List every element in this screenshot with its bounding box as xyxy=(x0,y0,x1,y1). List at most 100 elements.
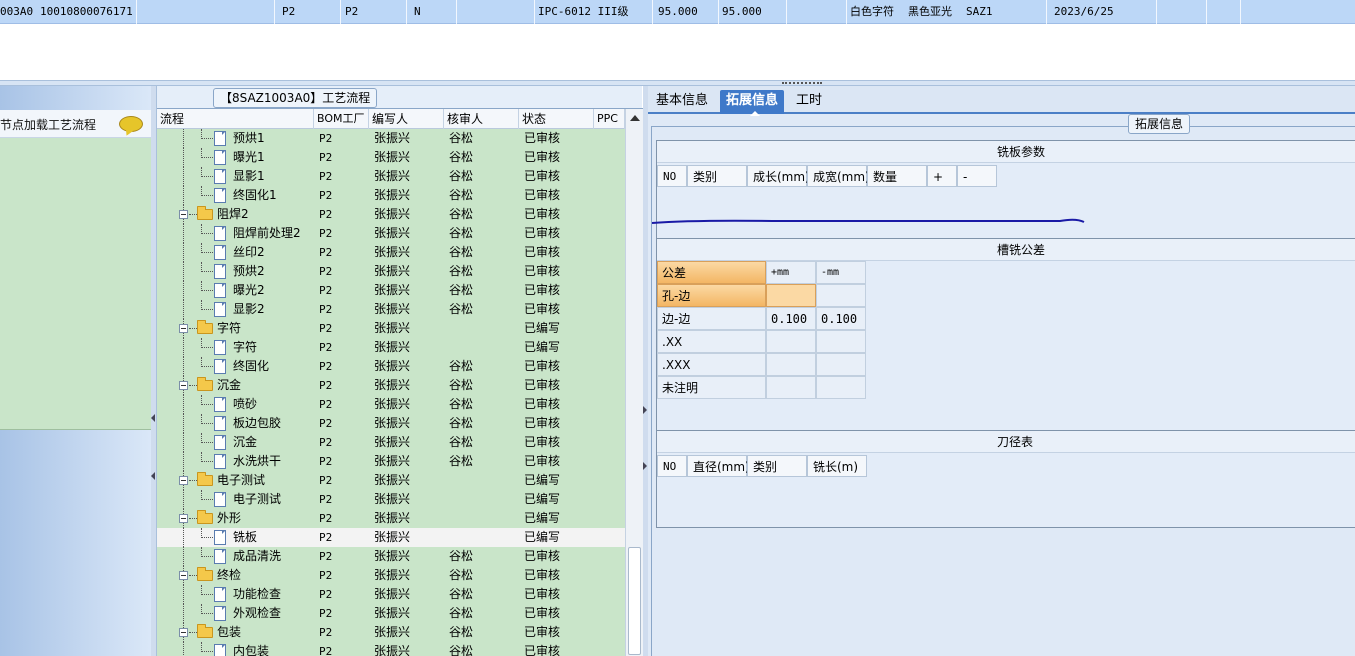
tree-row[interactable]: 沉金 P2 张振兴 谷松 已审核 xyxy=(157,376,625,395)
td-col-no[interactable]: NO xyxy=(657,455,687,477)
scroll-up-icon[interactable] xyxy=(630,115,640,121)
tree-row[interactable]: 曝光2 P2 张振兴 谷松 已审核 xyxy=(157,281,625,300)
collapse-node-icon[interactable] xyxy=(179,476,188,485)
tree-row[interactable]: 终检 P2 张振兴 谷松 已审核 xyxy=(157,566,625,585)
tree-row[interactable]: 阻焊2 P2 张振兴 谷松 已审核 xyxy=(157,205,625,224)
mp-col-plus[interactable]: + xyxy=(927,165,957,187)
tree-guide-line xyxy=(183,224,184,243)
record-cell-factory: P2 xyxy=(282,5,296,18)
td-col-diameter[interactable]: 直径(mm) xyxy=(687,455,750,477)
tree-guide-line xyxy=(183,281,184,300)
tree-row[interactable]: 终固化 P2 张振兴 谷松 已审核 xyxy=(157,357,625,376)
mp-col-type[interactable]: 类别 xyxy=(687,165,747,187)
tree-row[interactable]: 外形 P2 张振兴 已编写 xyxy=(157,509,625,528)
collapse-node-icon[interactable] xyxy=(179,514,188,523)
tree-row[interactable]: 包装 P2 张振兴 谷松 已审核 xyxy=(157,623,625,642)
td-col-milling-length[interactable]: 铣长(m) xyxy=(807,455,867,477)
tree-row[interactable]: 电子测试 P2 张振兴 已编写 xyxy=(157,490,625,509)
tree-row[interactable]: 铣板 P2 张振兴 已编写 xyxy=(157,528,625,547)
tree-row[interactable]: 外观检查 P2 张振兴 谷松 已审核 xyxy=(157,604,625,623)
tree-row[interactable]: 水洗烘干 P2 张振兴 谷松 已审核 xyxy=(157,452,625,471)
tree-row[interactable]: 字符 P2 张振兴 已编写 xyxy=(157,338,625,357)
col-header-status[interactable]: 状态 xyxy=(519,109,594,129)
tol-row-minus[interactable] xyxy=(816,376,866,399)
tree-row[interactable]: 成品清洗 P2 张振兴 谷松 已审核 xyxy=(157,547,625,566)
mp-col-finished-length[interactable]: 成长(mm) xyxy=(747,165,810,187)
tree-row[interactable]: 预烘1 P2 张振兴 谷松 已审核 xyxy=(157,129,625,148)
tol-col-minus[interactable]: -mm xyxy=(816,261,866,284)
tree-row-writer: 张振兴 xyxy=(374,473,411,487)
tol-row-label[interactable]: 边-边 xyxy=(657,307,766,330)
tree-row[interactable]: 终固化1 P2 张振兴 谷松 已审核 xyxy=(157,186,625,205)
col-header-bom-factory[interactable]: BOM工厂 xyxy=(314,109,369,129)
tab-work-hours[interactable]: 工时 xyxy=(790,90,828,114)
collapse-left-arrow-icon-2[interactable] xyxy=(151,472,155,480)
mp-col-quantity[interactable]: 数量 xyxy=(867,165,927,187)
tol-row-label[interactable]: .XXX xyxy=(657,353,766,376)
tree-row-process-name: 喷砂 xyxy=(233,397,258,411)
tree-row[interactable]: 阻焊前处理2 P2 张振兴 谷松 已审核 xyxy=(157,224,625,243)
collapse-node-icon[interactable] xyxy=(179,210,188,219)
tree-row[interactable]: 内包装 P2 张振兴 谷松 已审核 xyxy=(157,642,625,656)
tol-row-minus[interactable] xyxy=(816,353,866,376)
collapse-right-arrow-icon[interactable] xyxy=(643,406,647,414)
tree-row-writer: 张振兴 xyxy=(374,340,411,354)
tree-row-writer: 张振兴 xyxy=(374,207,411,221)
collapse-node-icon[interactable] xyxy=(179,381,188,390)
tol-row-plus[interactable] xyxy=(766,376,816,399)
tree-row-writer: 张振兴 xyxy=(374,435,411,449)
col-header-flow[interactable]: 流程 xyxy=(157,109,314,129)
collapse-node-icon[interactable] xyxy=(179,628,188,637)
tol-row-plus[interactable] xyxy=(766,284,816,307)
tol-row-label[interactable]: .XX xyxy=(657,330,766,353)
col-header-ppc[interactable]: PPC xyxy=(594,109,625,129)
td-col-type[interactable]: 类别 xyxy=(747,455,807,477)
tol-col-tolerance[interactable]: 公差 xyxy=(657,261,766,284)
tree-row[interactable]: 电子测试 P2 张振兴 已编写 xyxy=(157,471,625,490)
tree-row[interactable]: 显影1 P2 张振兴 谷松 已审核 xyxy=(157,167,625,186)
tree-row[interactable]: 显影2 P2 张振兴 谷松 已审核 xyxy=(157,300,625,319)
collapse-node-icon[interactable] xyxy=(179,324,188,333)
splitter-grip-icon[interactable] xyxy=(782,82,822,84)
collapse-left-arrow-icon[interactable] xyxy=(151,414,155,422)
tree-row-process-name: 显影2 xyxy=(233,302,265,316)
collapse-node-icon[interactable] xyxy=(179,571,188,580)
tree-row-writer: 张振兴 xyxy=(374,587,411,601)
tol-row-minus[interactable] xyxy=(816,330,866,353)
tree-row[interactable]: 字符 P2 张振兴 已编写 xyxy=(157,319,625,338)
tree-row[interactable]: 喷砂 P2 张振兴 谷松 已审核 xyxy=(157,395,625,414)
process-tree-scrollbar[interactable] xyxy=(625,109,643,656)
tree-row-status: 已审核 xyxy=(524,169,561,183)
tol-row-label[interactable]: 孔-边 xyxy=(657,284,766,307)
node-load-process-label: 节点加载工艺流程 xyxy=(0,118,97,132)
mp-col-finished-width[interactable]: 成宽(mm) xyxy=(807,165,870,187)
tab-basic-info[interactable]: 基本信息 xyxy=(650,90,714,114)
tree-row[interactable]: 沉金 P2 张振兴 谷松 已审核 xyxy=(157,433,625,452)
tree-row[interactable]: 预烘2 P2 张振兴 谷松 已审核 xyxy=(157,262,625,281)
tree-row-process-name: 水洗烘干 xyxy=(233,454,282,468)
tab-extended-info[interactable]: 拓展信息 xyxy=(720,90,785,116)
tol-row-plus[interactable] xyxy=(766,330,816,353)
tol-row-plus[interactable]: 0.100 xyxy=(766,307,816,330)
tree-row[interactable]: 板边包胶 P2 张振兴 谷松 已审核 xyxy=(157,414,625,433)
scrollbar-thumb[interactable] xyxy=(628,547,641,655)
tol-row-plus[interactable] xyxy=(766,353,816,376)
tol-row-minus[interactable] xyxy=(816,284,866,307)
speech-bubble-icon[interactable] xyxy=(119,116,143,132)
mp-col-minus[interactable]: - xyxy=(957,165,997,187)
tree-row[interactable]: 丝印2 P2 张振兴 谷松 已审核 xyxy=(157,243,625,262)
mp-col-no[interactable]: NO xyxy=(657,165,687,187)
tol-row-minus[interactable]: 0.100 xyxy=(816,307,866,330)
tree-row-bom-factory: P2 xyxy=(319,341,333,354)
tree-row-bom-factory: P2 xyxy=(319,170,333,183)
selected-record-row[interactable]: 003A0 10010800076171 P2 P2 N IPC-6012 II… xyxy=(0,0,1355,24)
tree-row-writer: 张振兴 xyxy=(374,169,411,183)
tol-row-label[interactable]: 未注明 xyxy=(657,376,766,399)
tol-col-plus[interactable]: +mm xyxy=(766,261,816,284)
tree-row[interactable]: 功能检查 P2 张振兴 谷松 已审核 xyxy=(157,585,625,604)
tree-row[interactable]: 曝光1 P2 张振兴 谷松 已审核 xyxy=(157,148,625,167)
collapse-right-arrow-icon-2[interactable] xyxy=(643,462,647,470)
tree-row-process-name: 丝印2 xyxy=(233,245,265,259)
col-header-reviewer[interactable]: 核审人 xyxy=(444,109,519,129)
col-header-writer[interactable]: 编写人 xyxy=(369,109,444,129)
